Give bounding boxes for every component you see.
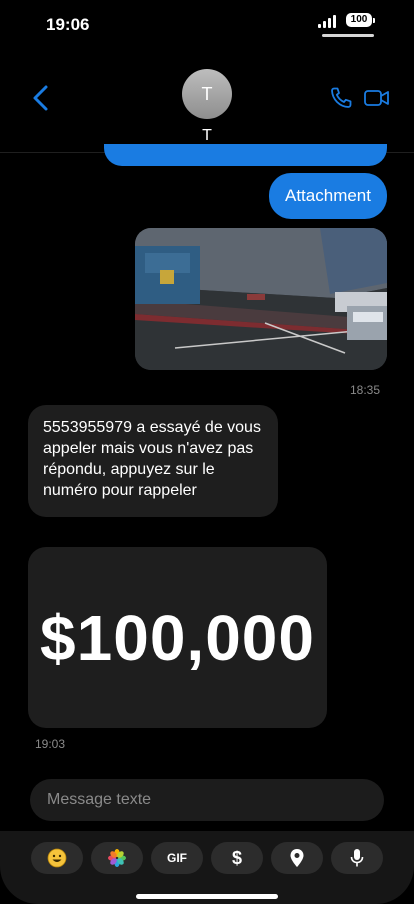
status-bar: 19:06 100 bbox=[0, 0, 414, 50]
status-time: 19:06 bbox=[46, 15, 90, 34]
money-button[interactable]: $ bbox=[211, 842, 263, 874]
phone-screen: 19:06 100 T T Attachment 18:35 555395597… bbox=[0, 0, 414, 904]
photos-icon bbox=[108, 849, 126, 867]
image-attachment[interactable] bbox=[135, 228, 387, 370]
phone-call-icon[interactable] bbox=[329, 86, 353, 110]
location-button[interactable] bbox=[271, 842, 323, 874]
money-icon: $ bbox=[231, 847, 242, 868]
message-input[interactable] bbox=[30, 779, 384, 821]
contact-avatar[interactable]: T bbox=[182, 69, 232, 119]
emoji-button[interactable] bbox=[31, 842, 83, 874]
contact-name[interactable]: T bbox=[0, 127, 414, 145]
back-chevron-icon[interactable] bbox=[30, 84, 52, 112]
emoji-icon bbox=[47, 848, 67, 868]
payment-card[interactable]: $100,000 bbox=[28, 547, 327, 728]
message-timestamp: 18:35 bbox=[349, 383, 380, 397]
message-input-container bbox=[30, 779, 384, 821]
conversation-header: T T bbox=[0, 60, 414, 153]
location-pin-icon bbox=[290, 849, 304, 867]
battery-icon: 100 bbox=[346, 13, 372, 27]
payment-amount: $100,000 bbox=[40, 602, 315, 674]
gif-button[interactable]: GIF bbox=[151, 842, 203, 874]
outgoing-message-bubble[interactable]: Attachment bbox=[269, 173, 387, 219]
signal-icon bbox=[318, 14, 340, 28]
battery-tip bbox=[373, 18, 375, 23]
microphone-icon bbox=[350, 849, 364, 867]
video-call-icon[interactable] bbox=[363, 88, 391, 108]
previous-outgoing-bubble[interactable] bbox=[104, 144, 387, 166]
voice-button[interactable] bbox=[331, 842, 383, 874]
home-indicator[interactable] bbox=[136, 894, 278, 899]
message-timestamp: 19:03 bbox=[35, 737, 66, 751]
incoming-message-bubble[interactable]: 5553955979 a essayé de vous appeler mais… bbox=[28, 405, 278, 517]
status-indicator-line bbox=[322, 34, 374, 37]
photos-button[interactable] bbox=[91, 842, 143, 874]
